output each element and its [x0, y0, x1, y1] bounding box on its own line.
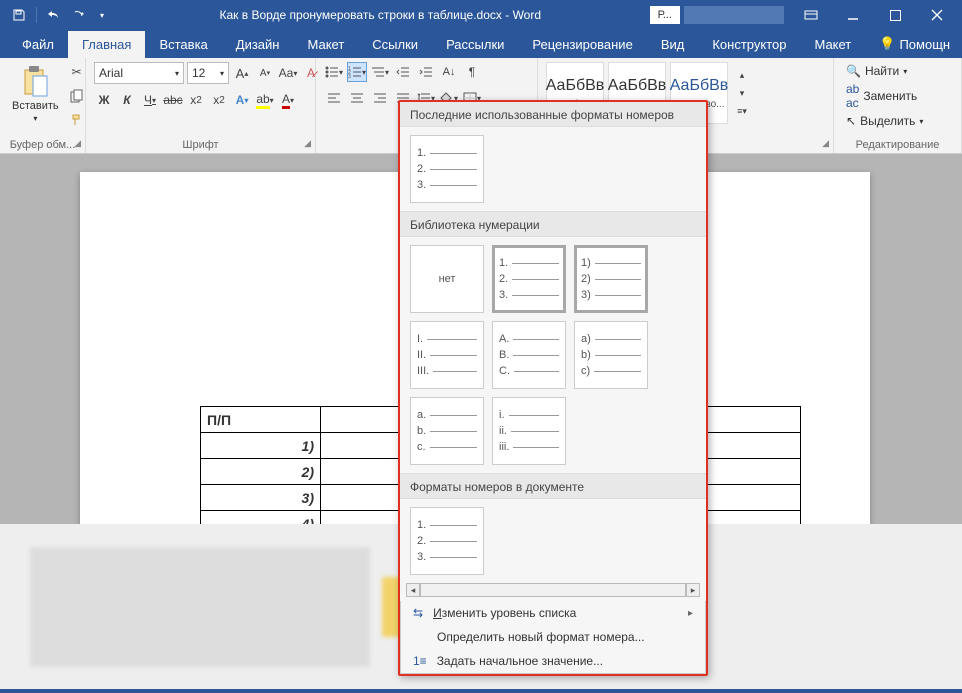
minimize-icon[interactable] [832, 0, 874, 30]
font-color-icon[interactable]: A▾ [278, 90, 298, 110]
title-bar: ▾ Как в Ворде пронумеровать строки в таб… [0, 0, 962, 30]
numbering-thumb-lower-letter[interactable]: a. b. c. [410, 397, 484, 465]
tab-references[interactable]: Ссылки [358, 31, 432, 58]
cursor-icon: ↖ [846, 114, 856, 128]
group-clipboard: Вставить ▾ ✂ Буфер обм... ◢ [0, 58, 86, 153]
font-name-select[interactable]: Arial▾ [94, 62, 184, 84]
numbering-icon[interactable]: 123▾ [347, 62, 367, 82]
highlight-icon[interactable]: ab▾ [255, 90, 275, 110]
chevron-right-icon: ▸ [688, 608, 693, 619]
styles-more-icon[interactable]: ≡▾ [732, 102, 752, 120]
contextual-tab-placeholder [684, 6, 784, 24]
numbering-thumb-upper-letter[interactable]: A. B. C. [492, 321, 566, 389]
save-icon[interactable] [10, 6, 28, 24]
close-icon[interactable] [916, 0, 958, 30]
scroll-right-icon[interactable]: ▸ [686, 583, 700, 597]
numbering-thumb-roman[interactable]: I. II. III. [410, 321, 484, 389]
numbering-thumb-recent-1[interactable]: 1. 2. 3. [410, 135, 484, 203]
superscript-icon[interactable]: x2 [209, 90, 229, 110]
tab-design[interactable]: Дизайн [222, 31, 294, 58]
group-editing: 🔍Найти▾ abacЗаменить ↖Выделить▾ Редактир… [834, 58, 962, 153]
indent-icon: ⇆ [413, 606, 423, 620]
strikethrough-icon[interactable]: abc [163, 90, 183, 110]
tab-insert[interactable]: Вставка [145, 31, 221, 58]
scroll-track[interactable] [420, 583, 686, 597]
multilevel-icon[interactable]: ▾ [370, 62, 390, 82]
redo-icon[interactable] [69, 6, 87, 24]
numbering-thumb-none[interactable]: нет [410, 245, 484, 313]
tab-view[interactable]: Вид [647, 31, 699, 58]
maximize-icon[interactable] [874, 0, 916, 30]
window-buttons [790, 0, 958, 30]
section-document: Форматы номеров в документе [400, 473, 706, 499]
paste-button[interactable]: Вставить ▾ [8, 62, 63, 125]
select-button[interactable]: ↖Выделить▾ [846, 114, 923, 128]
svg-text:3: 3 [348, 74, 351, 78]
align-right-icon[interactable] [370, 88, 390, 108]
group-font: Arial▾ 12▾ A▴ A▾ Aa▾ A̷ Ж К Ч▾ abc x2 x2… [86, 58, 316, 153]
replace-icon: abac [846, 82, 859, 110]
align-left-icon[interactable] [324, 88, 344, 108]
show-marks-icon[interactable]: ¶ [462, 62, 482, 82]
find-button[interactable]: 🔍Найти▾ [846, 64, 923, 78]
numbering-thumb-123dot[interactable]: 1. 2. 3. [492, 245, 566, 313]
clipboard-launcher-icon[interactable]: ◢ [74, 138, 81, 149]
window-title: Как в Ворде пронумеровать строки в табли… [111, 8, 650, 22]
cut-icon[interactable]: ✂ [67, 62, 87, 82]
tell-me[interactable]: 💡Помощн [865, 30, 962, 58]
increase-indent-icon[interactable] [416, 62, 436, 82]
decrease-indent-icon[interactable] [393, 62, 413, 82]
sort-icon[interactable]: A↓ [439, 62, 459, 82]
numbering-menu: ⇆ Изменить уровень списка Изменить урове… [400, 601, 706, 674]
tab-review[interactable]: Рецензирование [518, 31, 646, 58]
tab-home[interactable]: Главная [68, 31, 145, 58]
tab-file[interactable]: Файл [8, 31, 68, 58]
numbering-gallery-popup: Последние использованные форматы номеров… [398, 100, 708, 676]
align-center-icon[interactable] [347, 88, 367, 108]
scroll-left-icon[interactable]: ◂ [406, 583, 420, 597]
copy-icon[interactable] [67, 86, 87, 106]
section-recent: Последние использованные форматы номеров [400, 102, 706, 127]
format-painter-icon[interactable] [67, 110, 87, 130]
numbering-thumb-lower-roman[interactable]: i. ii. iii. [492, 397, 566, 465]
section-library: Библиотека нумерации [400, 211, 706, 237]
bold-icon[interactable]: Ж [94, 90, 114, 110]
styles-launcher-icon[interactable]: ◢ [822, 138, 829, 149]
styles-down-icon[interactable]: ▾ [732, 84, 752, 102]
numbering-thumb-lower-paren[interactable]: a) b) c) [574, 321, 648, 389]
tab-table-design[interactable]: Конструктор [698, 31, 800, 58]
tab-layout[interactable]: Макет [293, 31, 358, 58]
quick-access-toolbar: ▾ [4, 6, 111, 24]
tab-table-layout[interactable]: Макет [800, 31, 865, 58]
qat-customize-icon[interactable]: ▾ [93, 6, 111, 24]
shrink-font-icon[interactable]: A▾ [255, 63, 275, 83]
font-size-select[interactable]: 12▾ [187, 62, 229, 84]
search-icon: 🔍 [846, 64, 861, 78]
paste-icon [21, 64, 49, 98]
numbering-thumb-123paren[interactable]: 1) 2) 3) [574, 245, 648, 313]
underline-icon[interactable]: Ч▾ [140, 90, 160, 110]
grow-font-icon[interactable]: A▴ [232, 63, 252, 83]
replace-button[interactable]: abacЗаменить [846, 82, 923, 110]
text-effects-icon[interactable]: A▾ [232, 90, 252, 110]
numbering-thumb-doc-1[interactable]: 1. 2. 3. [410, 507, 484, 575]
contextual-tab-group: Р... [650, 6, 680, 24]
change-case-icon[interactable]: Aa▾ [278, 63, 298, 83]
change-list-level[interactable]: ⇆ Изменить уровень списка Изменить урове… [401, 601, 705, 625]
italic-icon[interactable]: К [117, 90, 137, 110]
tab-mailings[interactable]: Рассылки [432, 31, 518, 58]
set-numbering-value[interactable]: 1≡ Задать начальное значение... [401, 649, 705, 673]
list-start-icon: 1≡ [413, 654, 427, 668]
define-new-format[interactable]: Определить новый формат номера... [401, 625, 705, 649]
ribbon-display-icon[interactable] [790, 0, 832, 30]
ribbon-tabs: Файл Главная Вставка Дизайн Макет Ссылки… [0, 30, 962, 58]
subscript-icon[interactable]: x2 [186, 90, 206, 110]
font-launcher-icon[interactable]: ◢ [304, 138, 311, 149]
bulb-icon: 💡 [879, 36, 895, 52]
styles-up-icon[interactable]: ▴ [732, 66, 752, 84]
bullets-icon[interactable]: ▾ [324, 62, 344, 82]
undo-icon[interactable] [45, 6, 63, 24]
